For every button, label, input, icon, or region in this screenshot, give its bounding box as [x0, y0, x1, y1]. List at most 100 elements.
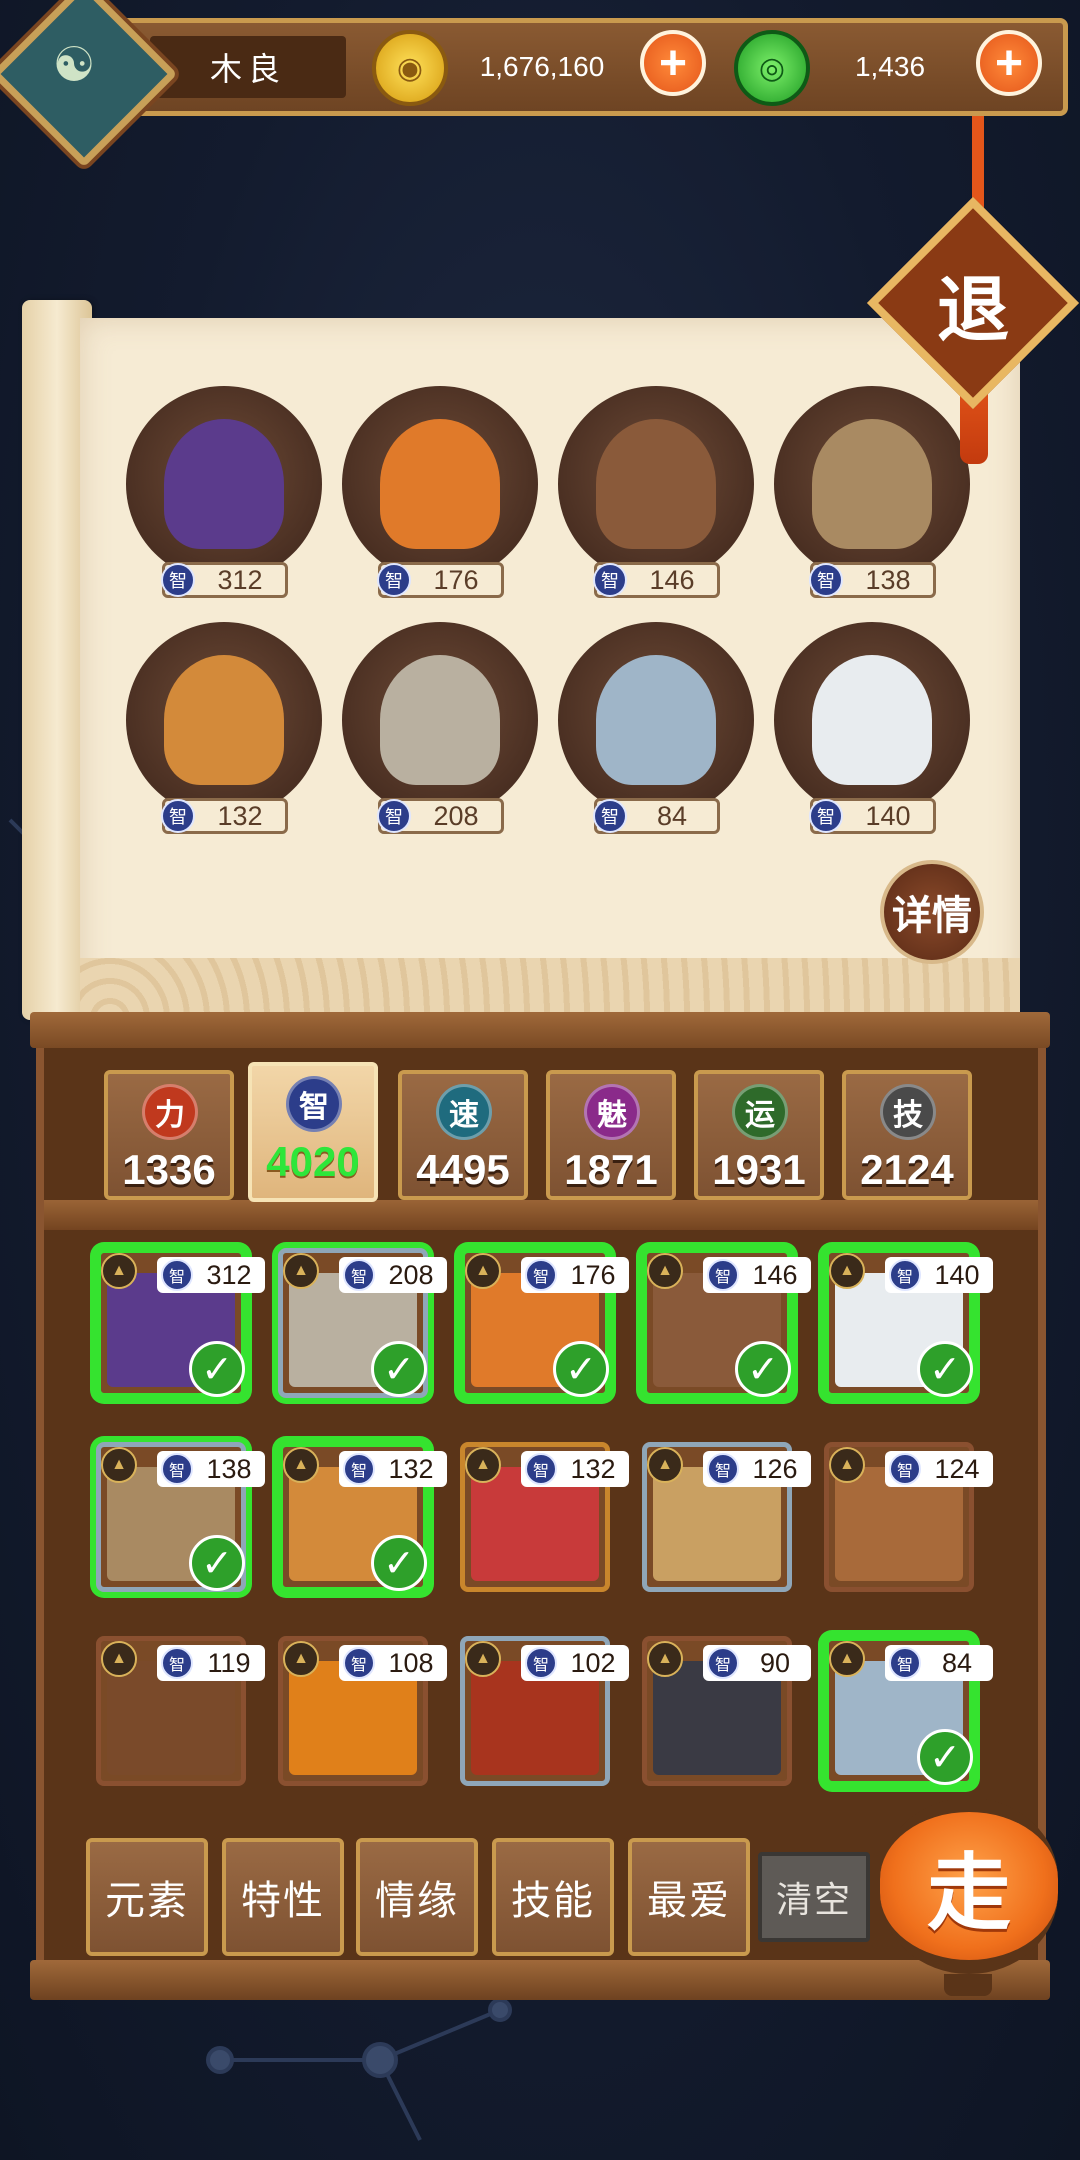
team-slot[interactable]: 智 84 — [556, 622, 756, 852]
attribute-tab[interactable]: 力 1336 — [104, 1070, 234, 1200]
team-slot[interactable]: 智 140 — [772, 622, 972, 852]
hero-stat-value: 102 — [570, 1647, 616, 1678]
filter-button[interactable]: 最爱 — [628, 1838, 750, 1956]
intelligence-icon: 智 — [343, 1259, 375, 1291]
hero-stat-label: 智 176 — [521, 1257, 629, 1293]
rank-icon: ▲ — [647, 1447, 683, 1483]
intelligence-icon: 智 — [889, 1647, 921, 1679]
filter-button[interactable]: 技能 — [492, 1838, 614, 1956]
hero-card[interactable]: ▲ 智 119 — [96, 1636, 265, 1786]
hero-card[interactable]: ▲ 智 138 ✓ — [96, 1442, 265, 1592]
hero-card[interactable]: ▲ 智 126 — [642, 1442, 811, 1592]
rank-icon: ▲ — [647, 1641, 683, 1677]
intelligence-icon: 智 — [707, 1259, 739, 1291]
attribute-tab[interactable]: 技 2124 — [842, 1070, 972, 1200]
hero-card[interactable]: ▲ 智 132 ✓ — [278, 1442, 447, 1592]
cabinet-top-trim — [30, 1012, 1050, 1048]
hero-card[interactable]: ▲ 智 90 — [642, 1636, 811, 1786]
attribute-tab[interactable]: 速 4495 — [398, 1070, 528, 1200]
hero-stat-label: 智 132 — [521, 1451, 629, 1487]
attribute-tab[interactable]: 魅 1871 — [546, 1070, 676, 1200]
filter-button[interactable]: 情缘 — [356, 1838, 478, 1956]
hero-card[interactable]: ▲ 智 208 ✓ — [278, 1248, 447, 1398]
rank-icon: ▲ — [465, 1253, 501, 1289]
hero-stat-value: 126 — [752, 1453, 798, 1484]
intelligence-icon: 智 — [343, 1453, 375, 1485]
intelligence-icon: 智 — [161, 1259, 193, 1291]
team-slot[interactable]: 智 138 — [772, 386, 972, 616]
character-portrait — [380, 655, 500, 785]
rank-icon: ▲ — [465, 1447, 501, 1483]
go-button[interactable]: 走 — [880, 1798, 1058, 1974]
team-stat-label: 智 84 — [593, 798, 720, 834]
hero-stat-value: 208 — [388, 1259, 434, 1290]
team-portrait-frame — [558, 386, 754, 582]
hero-card[interactable]: ▲ 智 102 — [460, 1636, 629, 1786]
player-name: 木良 — [150, 36, 346, 98]
intelligence-icon: 智 — [525, 1453, 557, 1485]
hero-card[interactable]: ▲ 智 132 — [460, 1442, 629, 1592]
team-slot[interactable]: 智 176 — [340, 386, 540, 616]
team-portrait-frame — [342, 386, 538, 582]
checkmark-icon: ✓ — [917, 1729, 973, 1785]
attribute-tab[interactable]: 智 4020 — [248, 1062, 378, 1202]
intelligence-icon: 智 — [809, 563, 843, 597]
rank-icon: ▲ — [101, 1641, 137, 1677]
hero-card[interactable]: ▲ 智 312 ✓ — [96, 1248, 265, 1398]
attribute-icon: 技 — [880, 1084, 936, 1140]
team-stat-value: 176 — [433, 564, 479, 595]
hero-card[interactable]: ▲ 智 124 — [824, 1442, 993, 1592]
add-gold-button[interactable]: + — [640, 30, 706, 96]
filter-button[interactable]: 元素 — [86, 1838, 208, 1956]
checkmark-icon: ✓ — [189, 1535, 245, 1591]
rank-icon: ▲ — [283, 1253, 319, 1289]
team-stat-value: 140 — [865, 800, 911, 831]
rank-icon: ▲ — [101, 1253, 137, 1289]
hero-stat-label: 智 124 — [885, 1451, 993, 1487]
team-portrait-frame — [126, 622, 322, 818]
team-slot[interactable]: 智 146 — [556, 386, 756, 616]
team-slot[interactable]: 智 208 — [340, 622, 540, 852]
rank-icon: ▲ — [829, 1447, 865, 1483]
clear-button[interactable]: 清空 — [758, 1852, 870, 1942]
hero-card[interactable]: ▲ 智 146 ✓ — [642, 1248, 811, 1398]
hero-stat-label: 智 132 — [339, 1451, 447, 1487]
attribute-total: 4020 — [266, 1138, 360, 1185]
checkmark-icon: ✓ — [371, 1535, 427, 1591]
intelligence-icon: 智 — [593, 799, 627, 833]
hero-stat-value: 119 — [207, 1647, 251, 1678]
hero-stat-label: 智 312 — [157, 1257, 265, 1293]
rank-icon: ▲ — [647, 1253, 683, 1289]
intelligence-icon: 智 — [377, 799, 411, 833]
team-stat-label: 智 146 — [593, 562, 720, 598]
team-stat-label: 智 312 — [161, 562, 288, 598]
filter-button[interactable]: 特性 — [222, 1838, 344, 1956]
team-stat-value: 132 — [217, 800, 263, 831]
team-slot[interactable]: 智 312 — [124, 386, 324, 616]
hero-card[interactable]: ▲ 智 176 ✓ — [460, 1248, 629, 1398]
hero-stat-label: 智 102 — [521, 1645, 629, 1681]
add-jade-button[interactable]: + — [976, 30, 1042, 96]
attribute-total: 1871 — [564, 1146, 658, 1193]
hero-card[interactable]: ▲ 智 84 ✓ — [824, 1636, 993, 1786]
intelligence-icon: 智 — [593, 563, 627, 597]
hero-stat-value: 176 — [570, 1259, 616, 1290]
rank-icon: ▲ — [101, 1447, 137, 1483]
hero-card[interactable]: ▲ 智 108 — [278, 1636, 447, 1786]
hero-card[interactable]: ▲ 智 140 ✓ — [824, 1248, 993, 1398]
checkmark-icon: ✓ — [917, 1341, 973, 1397]
jade-coin-icon: ◎ — [734, 30, 810, 106]
hero-stat-value: 90 — [759, 1647, 791, 1678]
team-stat-value: 138 — [865, 564, 911, 595]
exit-button-label[interactable]: 退 — [898, 228, 1048, 378]
rank-icon: ▲ — [465, 1641, 501, 1677]
intelligence-icon: 智 — [707, 1647, 739, 1679]
attribute-tab[interactable]: 运 1931 — [694, 1070, 824, 1200]
hero-stat-value: 140 — [934, 1259, 980, 1290]
gold-amount: 1,676,160 — [479, 51, 605, 82]
team-portrait-frame — [126, 386, 322, 582]
details-button[interactable]: 详情 — [880, 860, 984, 964]
hero-stat-label: 智 140 — [885, 1257, 993, 1293]
team-portrait-frame — [774, 386, 970, 582]
team-slot[interactable]: 智 132 — [124, 622, 324, 852]
